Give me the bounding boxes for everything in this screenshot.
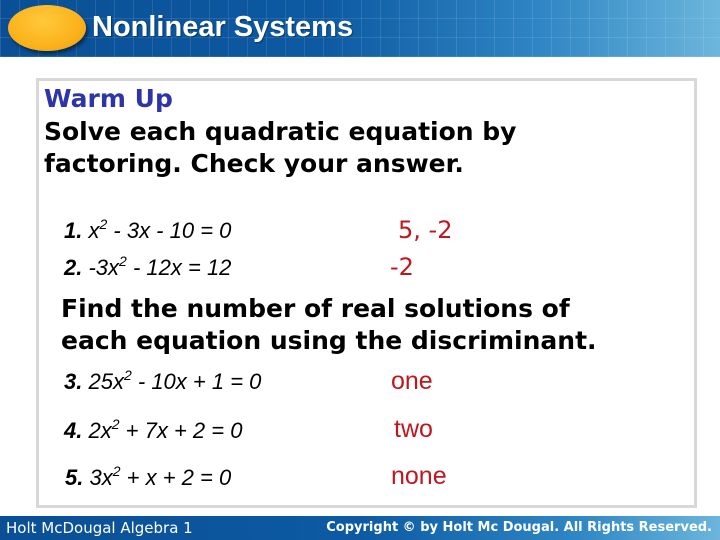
answer-2: -2: [390, 253, 414, 281]
exponent: 2: [123, 367, 132, 383]
slide-title: Nonlinear Systems: [92, 11, 354, 43]
equation-text: + x + 2 = 0: [120, 465, 232, 490]
header-banner: Nonlinear Systems: [0, 0, 720, 57]
instruction-1-line2: factoring. Check your answer.: [44, 149, 464, 178]
footer-banner: Holt McDougal Algebra 1 Copyright © by H…: [0, 516, 720, 540]
equation-text: 25x: [88, 369, 124, 394]
answer-4: two: [394, 415, 433, 443]
footer-course-name: Holt McDougal Algebra 1: [6, 519, 193, 537]
exponent: 2: [112, 463, 121, 479]
answer-3: one: [391, 367, 433, 395]
equation-text: - 10x + 1 = 0: [131, 369, 262, 394]
problem-number: 3.: [64, 369, 83, 394]
instruction-1: Solve each quadratic equation by factori…: [44, 116, 516, 180]
answer-5: none: [391, 462, 447, 490]
problem-5: 5. 3x2 + x + 2 = 0: [65, 463, 232, 491]
instruction-2-line2: each equation using the discriminant.: [61, 326, 597, 355]
problem-number: 5.: [65, 465, 84, 490]
footer-copyright: Copyright © by Holt Mc Dougal. All Right…: [326, 520, 712, 535]
equation-text: - 12x = 12: [126, 255, 232, 280]
problem-4: 4. 2x2 + 7x + 2 = 0: [64, 416, 243, 444]
instruction-2-line1: Find the number of real solutions of: [61, 294, 570, 323]
orange-oval-icon: [8, 5, 86, 51]
answer-1: 5, -2: [398, 216, 453, 244]
equation-text: 3x: [89, 465, 113, 490]
equation-text: + 7x + 2 = 0: [119, 418, 243, 443]
equation-text: 2x: [88, 418, 112, 443]
problem-number: 4.: [64, 418, 83, 443]
problem-2: 2. -3x2 - 12x = 12: [64, 253, 232, 281]
instruction-1-line1: Solve each quadratic equation by: [44, 117, 517, 146]
problem-number: 2.: [64, 255, 83, 280]
instruction-2: Find the number of real solutions of eac…: [61, 293, 597, 357]
problem-1: 1. x2 - 3x - 10 = 0: [64, 217, 232, 244]
problem-3: 3. 25x2 - 10x + 1 = 0: [64, 367, 262, 395]
exponent: 2: [111, 416, 120, 432]
equation-text: - 3x - 10 = 0: [107, 218, 232, 243]
warmup-heading: Warm Up: [44, 84, 173, 113]
exponent: 2: [119, 253, 127, 269]
problem-number: 1.: [64, 218, 83, 243]
equation-text: -3x: [88, 255, 120, 280]
equation-text: x: [88, 218, 100, 243]
